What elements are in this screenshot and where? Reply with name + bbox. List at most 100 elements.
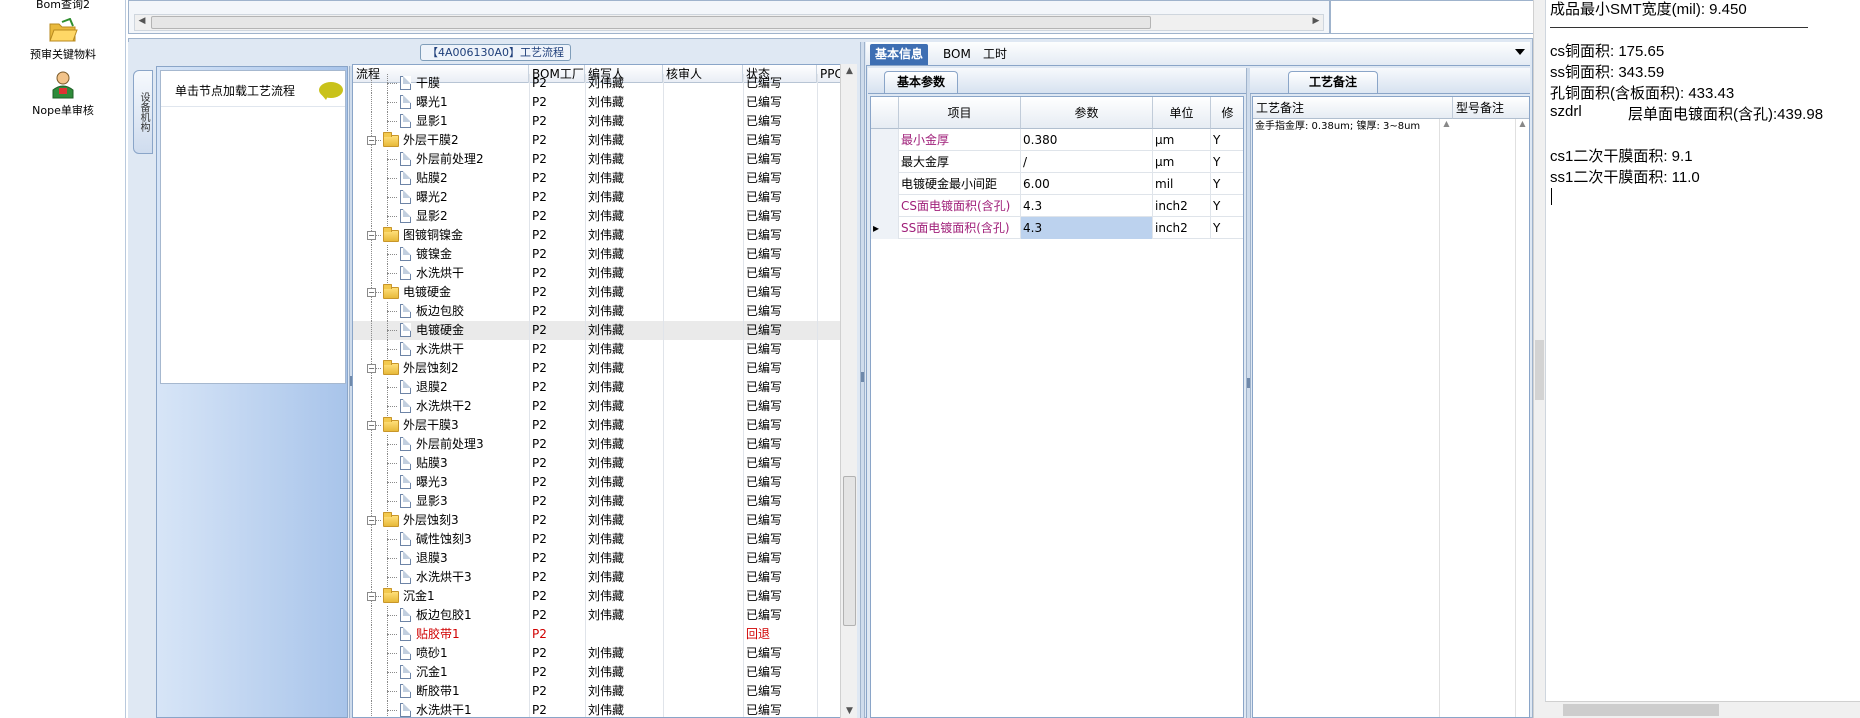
node-tree[interactable]: 单击节点加载工艺流程 [160,70,346,384]
remark-text[interactable]: 金手指金厚: 0.38um; 镍厚: 3~8um [1255,121,1439,133]
param-value[interactable]: 4.3 [1021,217,1153,239]
param-flag[interactable]: Y [1211,217,1243,239]
notes-hscrollbar[interactable] [1545,701,1860,718]
notes-text-area[interactable]: 成品最小SMT宽度(mil): 9.450 cs铜面积: 175.65 ss铜面… [1545,0,1860,718]
col-header-unit[interactable]: 单位 [1153,97,1211,129]
param-value[interactable]: 4.3 [1021,195,1153,217]
table-row[interactable]: 沉金1 P2 刘伟藏 已编写 [353,663,841,682]
table-row[interactable]: 喷砂1 P2 刘伟藏 已编写 [353,644,841,663]
param-unit[interactable]: mil [1153,173,1211,195]
table-row[interactable]: − 电镀硬金 P2 刘伟藏 已编写 [353,283,841,302]
scrollbar-thumb[interactable] [1563,704,1719,716]
param-row[interactable]: 最大金厚 / μm Y [871,151,1243,173]
table-row[interactable]: 碱性蚀刻3 P2 刘伟藏 已编写 [353,530,841,549]
param-value[interactable]: / [1021,151,1153,173]
row-indicator[interactable]: ▸ [871,217,899,239]
table-row[interactable]: 干膜 P2 刘伟藏 已编写 [353,74,841,93]
row-indicator[interactable] [871,129,899,151]
scroll-up-icon[interactable]: ▲ [843,66,856,76]
col-header-value[interactable]: 参数 [1021,97,1153,129]
table-row[interactable]: − 外层蚀刻3 P2 刘伟藏 已编写 [353,511,841,530]
table-row[interactable]: 断胶带1 P2 刘伟藏 已编写 [353,682,841,701]
table-row[interactable]: 贴胶带1 P2 回退 [353,625,841,644]
table-row[interactable]: 水洗烘干 P2 刘伟藏 已编写 [353,264,841,283]
table-row[interactable]: 电镀硬金 P2 刘伟藏 已编写 [353,321,841,340]
scroll-up-icon[interactable]: ▲ [1516,119,1529,128]
tab-bom[interactable]: BOM [938,44,976,65]
scrollbar-thumb[interactable] [843,476,856,626]
scroll-up-icon[interactable]: ▲ [1440,119,1453,128]
collapse-icon[interactable]: − [367,136,376,145]
param-row[interactable]: 最小金厚 0.380 μm Y [871,129,1243,151]
table-row[interactable]: 显影3 P2 刘伟藏 已编写 [353,492,841,511]
remark-scrollbar[interactable]: ▲ [1439,119,1453,717]
nav-item-nope-review[interactable]: Nope单审核 [0,70,126,118]
splitter-middle[interactable] [860,42,865,718]
tab-basic-info[interactable]: 基本信息 [870,44,929,65]
remarks-grid[interactable]: 工艺备注 型号备注 金手指金厚: 0.38um; 镍厚: 3~8um ▲ ▲ [1252,96,1530,718]
nav-item-key-material[interactable]: 预审关键物料 [0,18,126,62]
row-indicator[interactable] [871,195,899,217]
col-header-item[interactable]: 项目 [899,97,1021,129]
table-row[interactable]: 板边包胶 P2 刘伟藏 已编写 [353,302,841,321]
collapse-icon[interactable]: − [367,421,376,430]
main-vscrollbar[interactable] [1533,0,1545,718]
table-row[interactable]: 曝光2 P2 刘伟藏 已编写 [353,188,841,207]
param-flag[interactable]: Y [1211,151,1243,173]
table-row[interactable]: 水洗烘干2 P2 刘伟藏 已编写 [353,397,841,416]
param-item[interactable]: SS面电镀面积(含孔) [899,217,1021,239]
table-row[interactable]: − 外层干膜3 P2 刘伟藏 已编写 [353,416,841,435]
scrollbar-thumb[interactable] [1535,340,1544,400]
nav-item-bom-query[interactable]: Bom查询2 [0,0,126,12]
param-unit[interactable]: μm [1153,151,1211,173]
table-row[interactable]: 外层前处理3 P2 刘伟藏 已编写 [353,435,841,454]
chevron-down-icon[interactable] [1515,49,1525,55]
col-header-modify[interactable]: 修 [1211,97,1243,129]
collapse-icon[interactable]: − [367,516,376,525]
table-row[interactable]: − 沉金1 P2 刘伟藏 已编写 [353,587,841,606]
side-tab-equipment[interactable]: 设备机构 [133,70,153,154]
table-row[interactable]: 显影2 P2 刘伟藏 已编写 [353,207,841,226]
row-indicator[interactable] [871,173,899,195]
collapse-icon[interactable]: − [367,592,376,601]
load-flow-hint[interactable]: 单击节点加载工艺流程 [161,71,345,107]
table-row[interactable]: 贴膜2 P2 刘伟藏 已编写 [353,169,841,188]
scroll-down-icon[interactable]: ▼ [843,706,856,716]
table-row[interactable]: 曝光1 P2 刘伟藏 已编写 [353,93,841,112]
tab-basic-params[interactable]: 基本参数 [884,71,959,93]
col-header-model-remark[interactable]: 型号备注 [1453,97,1529,119]
param-value[interactable]: 6.00 [1021,173,1153,195]
table-row[interactable]: − 图镀铜镍金 P2 刘伟藏 已编写 [353,226,841,245]
table-row[interactable]: 退膜3 P2 刘伟藏 已编写 [353,549,841,568]
param-item[interactable]: CS面电镀面积(含孔) [899,195,1021,217]
tab-work-hours[interactable]: 工时 [978,44,1012,65]
param-unit[interactable]: μm [1153,129,1211,151]
table-row[interactable]: 退膜2 P2 刘伟藏 已编写 [353,378,841,397]
collapse-icon[interactable]: − [367,288,376,297]
scroll-left-icon[interactable]: ◀ [135,16,149,29]
param-item[interactable]: 最小金厚 [899,129,1021,151]
table-row[interactable]: 水洗烘干1 P2 刘伟藏 已编写 [353,701,841,717]
splitter-right[interactable] [1246,68,1251,718]
top-horizontal-scrollbar[interactable]: ◀ ▶ [134,14,1324,31]
table-row[interactable]: − 外层蚀刻2 P2 刘伟藏 已编写 [353,359,841,378]
tab-process-remarks[interactable]: 工艺备注 [1288,71,1379,93]
table-row[interactable]: − 外层干膜2 P2 刘伟藏 已编写 [353,131,841,150]
collapse-icon[interactable]: − [367,364,376,373]
param-unit[interactable]: inch2 [1153,217,1211,239]
model-remark-scrollbar[interactable]: ▲ [1515,119,1529,717]
table-row[interactable]: 水洗烘干 P2 刘伟藏 已编写 [353,340,841,359]
param-flag[interactable]: Y [1211,129,1243,151]
param-row[interactable]: ▸ SS面电镀面积(含孔) 4.3 inch2 Y [871,217,1243,239]
col-header-process-remark[interactable]: 工艺备注 [1253,97,1453,119]
process-table-vscrollbar[interactable]: ▲ ▼ [840,64,857,718]
param-item[interactable]: 电镀硬金最小间距 [899,173,1021,195]
table-row[interactable]: 外层前处理2 P2 刘伟藏 已编写 [353,150,841,169]
param-flag[interactable]: Y [1211,195,1243,217]
param-item[interactable]: 最大金厚 [899,151,1021,173]
table-row[interactable]: 镀镍金 P2 刘伟藏 已编写 [353,245,841,264]
param-grid[interactable]: 项目 参数 单位 修 最小金厚 0.380 μm Y 最大金厚 / μm Y 电镀硬金最小间距 6… [870,96,1244,718]
scroll-right-icon[interactable]: ▶ [1309,16,1323,29]
param-unit[interactable]: inch2 [1153,195,1211,217]
table-row[interactable]: 贴膜3 P2 刘伟藏 已编写 [353,454,841,473]
